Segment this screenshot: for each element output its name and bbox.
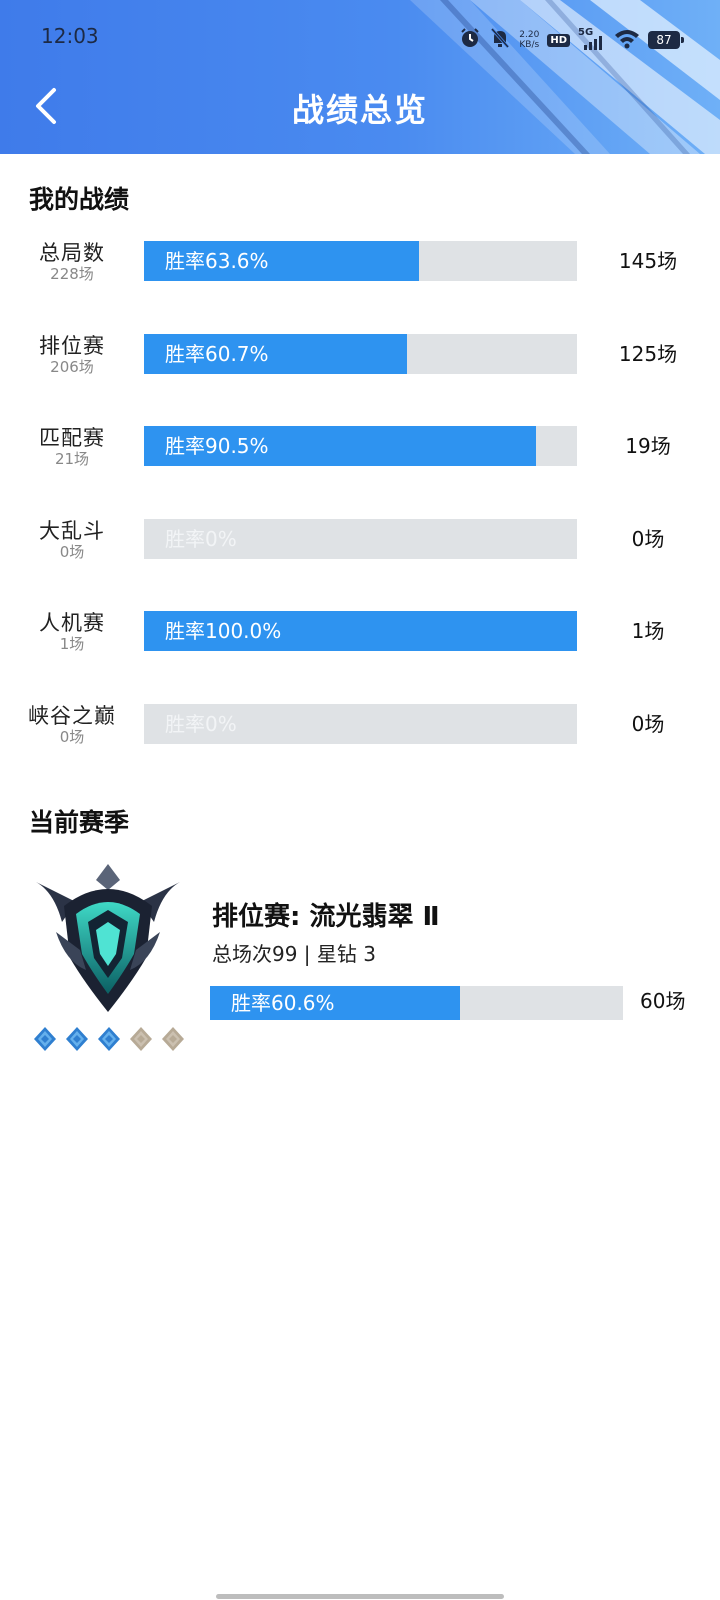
wins-count: 145场 <box>618 249 678 273</box>
mode-games-count: 21场 <box>54 450 90 468</box>
wins-count: 19场 <box>625 434 671 458</box>
hd-badge: HD <box>547 33 570 47</box>
season-title: 当前赛季 <box>29 808 130 837</box>
season-win-rate-bar: 胜率60.6% <box>210 986 623 1020</box>
stat-row: 人机赛 1场 胜率100.0% 1场 <box>0 611 720 671</box>
wins-count: 1场 <box>631 619 665 643</box>
mode-games-count: 1场 <box>59 635 85 653</box>
win-rate-label: 胜率100.0% <box>165 619 282 643</box>
win-rate-bar: 胜率63.6% <box>144 241 577 281</box>
star-pip-empty-icon <box>161 1026 185 1052</box>
net-speed: 2.20 KB/s <box>519 30 539 50</box>
mode-games-count: 228场 <box>50 265 94 283</box>
page-title: 战绩总览 <box>291 91 428 129</box>
stat-row: 总局数 228场 胜率63.6% 145场 <box>0 241 720 301</box>
net-speed-unit: KB/s <box>519 40 540 50</box>
my-record-title: 我的战绩 <box>29 185 130 214</box>
win-rate-label: 胜率60.7% <box>165 342 269 366</box>
season-win-rate-label: 胜率60.6% <box>231 991 335 1015</box>
wins-count: 0场 <box>631 712 665 736</box>
battery-icon: 87 <box>648 31 684 49</box>
stat-row: 排位赛 206场 胜率60.7% 125场 <box>0 334 720 394</box>
win-rate-label: 胜率0% <box>165 527 237 551</box>
win-rate-bar: 胜率100.0% <box>144 611 577 651</box>
wifi-icon <box>614 27 640 53</box>
season-wins: 60场 <box>640 989 686 1013</box>
stat-row: 匹配赛 21场 胜率90.5% 19场 <box>0 426 720 486</box>
win-rate-bar: 胜率0% <box>144 519 577 559</box>
win-rate-label: 胜率0% <box>165 712 237 736</box>
star-pips <box>33 1026 185 1052</box>
mute-icon <box>489 27 511 53</box>
stat-row: 大乱斗 0场 胜率0% 0场 <box>0 519 720 579</box>
season-info: 总场次99 | 星钻 3 <box>212 942 376 966</box>
star-pip-filled-icon <box>97 1026 121 1052</box>
signal-icon: 5G <box>578 27 606 51</box>
app-header: 12:03 2.20 KB/s HD 5G 87 战绩总览 <box>0 0 720 154</box>
wins-count: 0场 <box>631 527 665 551</box>
mode-games-count: 206场 <box>50 358 94 376</box>
win-rate-bar: 胜率90.5% <box>144 426 577 466</box>
net-speed-value: 2.20 <box>519 30 540 40</box>
stat-row: 峡谷之巅 0场 胜率0% 0场 <box>0 704 720 764</box>
win-rate-bar: 胜率60.7% <box>144 334 577 374</box>
mode-games-count: 0场 <box>59 728 85 746</box>
emerald-rank-emblem-icon <box>36 864 180 1012</box>
alarm-icon <box>459 27 481 53</box>
home-indicator[interactable] <box>216 1594 504 1599</box>
win-rate-label: 胜率63.6% <box>165 249 269 273</box>
status-time: 12:03 <box>41 24 99 48</box>
star-pip-filled-icon <box>33 1026 57 1052</box>
star-pip-empty-icon <box>129 1026 153 1052</box>
win-rate-bar: 胜率0% <box>144 704 577 744</box>
status-icons: 2.20 KB/s HD 5G 87 <box>459 26 684 54</box>
mode-games-count: 0场 <box>59 543 85 561</box>
star-pip-filled-icon <box>65 1026 89 1052</box>
win-rate-label: 胜率90.5% <box>165 434 269 458</box>
wins-count: 125场 <box>618 342 678 366</box>
season-rank: 排位赛: 流光翡翠 Ⅱ <box>212 902 440 932</box>
